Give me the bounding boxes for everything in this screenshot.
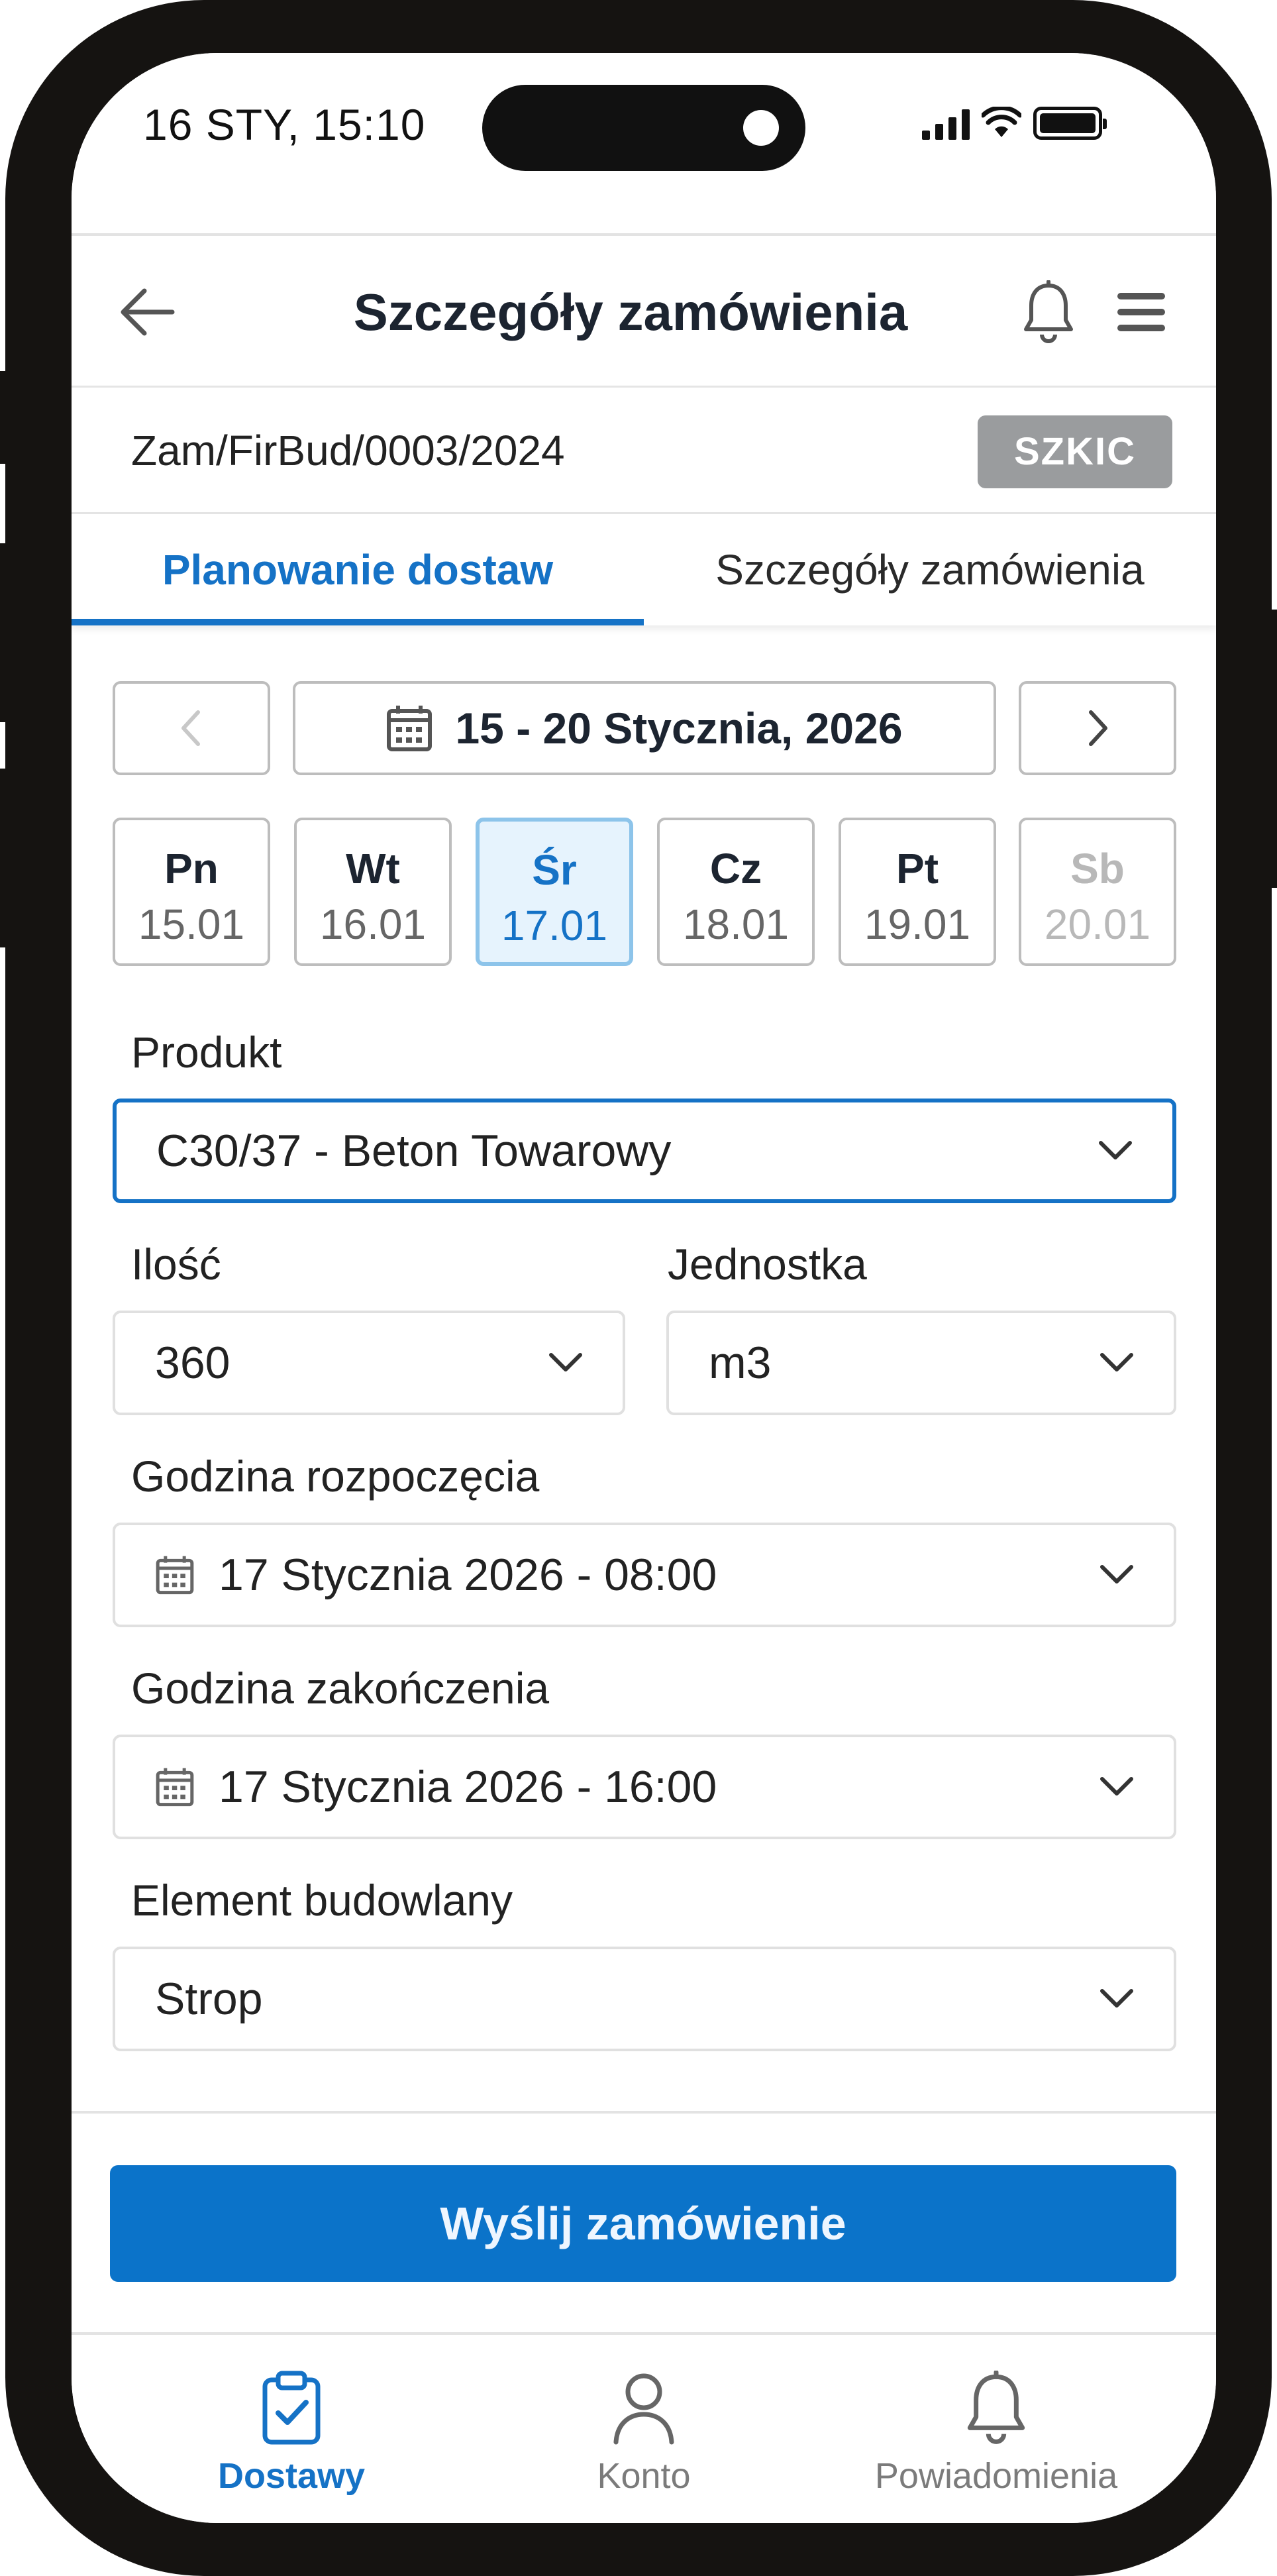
footer-divider (72, 2111, 1216, 2114)
day-name: Cz (709, 845, 762, 892)
week-range-label: 15 - 20 Stycznia, 2026 (455, 704, 903, 753)
nav-account[interactable]: Konto (472, 2335, 816, 2523)
app-header: Szczegóły zamówienia (72, 233, 1216, 386)
building-element-label: Element budowlany (131, 1876, 513, 1925)
day-friday[interactable]: Pt 19.01 (839, 818, 996, 966)
product-select[interactable]: C30/37 - Beton Towarowy (113, 1099, 1176, 1203)
signal-icon (922, 107, 970, 140)
day-date: 19.01 (864, 900, 971, 948)
day-thursday[interactable]: Cz 18.01 (657, 818, 815, 966)
chevron-left-icon (181, 710, 200, 746)
day-tuesday[interactable]: Wt 16.01 (294, 818, 452, 966)
side-button-volume-up (0, 543, 11, 722)
day-date: 15.01 (138, 900, 245, 948)
bottom-navigation: Dostawy Konto Powiadomienia (72, 2332, 1216, 2523)
week-range-selector[interactable]: 15 - 20 Stycznia, 2026 (293, 681, 996, 775)
end-time-select[interactable]: 17 Stycznia 2026 - 16:00 (113, 1735, 1176, 1839)
clipboard-check-icon (255, 2368, 328, 2447)
product-label: Produkt (131, 1028, 282, 1077)
day-name: Wt (346, 845, 400, 892)
nav-account-label: Konto (597, 2456, 691, 2496)
chevron-down-icon (546, 1343, 586, 1383)
order-number: Zam/FirBud/0003/2024 (131, 427, 565, 474)
day-name: Pn (164, 845, 219, 892)
building-element-select[interactable]: Strop (113, 1947, 1176, 2051)
next-week-button[interactable] (1019, 681, 1176, 775)
chevron-down-icon (1097, 1555, 1137, 1595)
day-monday[interactable]: Pn 15.01 (113, 818, 270, 966)
product-value: C30/37 - Beton Towarowy (156, 1126, 672, 1176)
unit-select[interactable]: m3 (666, 1311, 1176, 1415)
chevron-down-icon (1097, 1343, 1137, 1383)
submit-order-button[interactable]: Wyślij zamówienie (110, 2165, 1176, 2282)
side-button-power (1266, 610, 1277, 888)
quantity-value: 360 (155, 1338, 230, 1388)
side-button-volume-down (0, 769, 11, 947)
start-time-label: Godzina rozpoczęcia (131, 1452, 540, 1501)
nav-notifications-label: Powiadomienia (874, 2456, 1118, 2496)
unit-value: m3 (709, 1338, 772, 1388)
start-time-select[interactable]: 17 Stycznia 2026 - 08:00 (113, 1523, 1176, 1627)
quantity-label: Ilość (131, 1240, 221, 1289)
status-badge: SZKIC (978, 415, 1172, 488)
notifications-button[interactable] (1012, 276, 1085, 349)
back-button[interactable] (111, 276, 184, 349)
day-name: Pt (896, 845, 939, 892)
nav-deliveries-label: Dostawy (217, 2456, 366, 2496)
user-icon (607, 2368, 680, 2447)
phone-frame: 16 STY, 15:10 Szczegóły zamówienia Zam/F… (5, 0, 1272, 2576)
day-date: 17.01 (501, 902, 608, 949)
chevron-down-icon (1097, 1979, 1137, 2019)
day-wednesday[interactable]: Śr 17.01 (476, 818, 633, 966)
chevron-down-icon (1096, 1131, 1135, 1171)
day-selector: Pn 15.01 Wt 16.01 Śr 17.01 Cz 18.01 Pt 1… (113, 818, 1176, 966)
day-date: 16.01 (319, 900, 427, 948)
start-time-value: 17 Stycznia 2026 - 08:00 (219, 1550, 717, 1600)
status-bar: 16 STY, 15:10 (72, 53, 1216, 232)
day-date: 18.01 (682, 900, 790, 948)
bell-icon (960, 2368, 1033, 2447)
status-icons (922, 103, 1107, 143)
tab-delivery-planning[interactable]: Planowanie dostaw (72, 514, 644, 625)
week-navigation: 15 - 20 Stycznia, 2026 (113, 681, 1176, 775)
arrow-left-icon (121, 288, 175, 336)
app-screen: 16 STY, 15:10 Szczegóły zamówienia Zam/F… (72, 53, 1216, 2523)
dynamic-island (482, 85, 805, 171)
calendar-icon (155, 1555, 195, 1595)
tab-bar: Planowanie dostaw Szczegóły zamówienia (72, 514, 1216, 625)
status-time: 16 STY, 15:10 (143, 100, 426, 149)
tab-order-details[interactable]: Szczegóły zamówienia (644, 514, 1216, 625)
menu-button[interactable] (1105, 276, 1178, 349)
day-saturday: Sb 20.01 (1019, 818, 1176, 966)
bell-icon (1024, 280, 1073, 343)
unit-label: Jednostka (668, 1240, 867, 1289)
calendar-icon (155, 1767, 195, 1807)
side-button-mute (0, 371, 11, 464)
hamburger-menu-icon (1117, 293, 1165, 331)
previous-week-button[interactable] (113, 681, 270, 775)
battery-icon (1033, 107, 1107, 140)
order-info-bar: Zam/FirBud/0003/2024 SZKIC (72, 386, 1216, 514)
end-time-value: 17 Stycznia 2026 - 16:00 (219, 1762, 717, 1812)
camera-dot (743, 110, 779, 146)
calendar-icon (387, 706, 433, 751)
nav-deliveries[interactable]: Dostawy (119, 2335, 464, 2523)
day-date: 20.01 (1044, 900, 1151, 948)
day-name: Śr (532, 846, 577, 894)
quantity-select[interactable]: 360 (113, 1311, 625, 1415)
chevron-down-icon (1097, 1767, 1137, 1807)
wifi-icon (982, 107, 1021, 137)
day-name: Sb (1070, 845, 1125, 892)
chevron-right-icon (1089, 710, 1107, 746)
building-element-value: Strop (155, 1974, 263, 2024)
nav-notifications[interactable]: Powiadomienia (824, 2335, 1168, 2523)
end-time-label: Godzina zakończenia (131, 1664, 550, 1713)
